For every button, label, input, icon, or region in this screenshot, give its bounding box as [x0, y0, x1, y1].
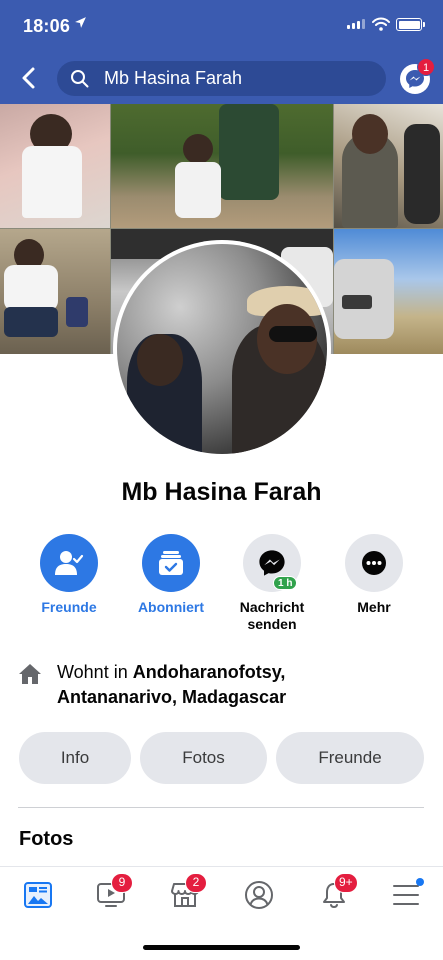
cellular-signal-icon [347, 19, 365, 29]
wifi-icon [372, 17, 390, 36]
cover-photo-tile [334, 104, 443, 228]
search-icon [70, 69, 90, 94]
back-button[interactable] [18, 66, 40, 90]
profile-tabs: Info Fotos Freunde [0, 732, 443, 784]
menu-icon [393, 885, 419, 905]
tab-news-feed[interactable] [18, 877, 58, 913]
chevron-left-icon [22, 67, 35, 89]
search-field[interactable]: Mb Hasina Farah [57, 61, 386, 96]
friends-check-icon [55, 551, 84, 575]
tab-profile[interactable] [239, 877, 279, 913]
status-bar: 18:06 [0, 0, 443, 52]
more-button[interactable]: Mehr [324, 534, 424, 616]
cover-photo-tile [0, 104, 110, 228]
home-indicator[interactable] [143, 945, 300, 950]
home-icon [18, 662, 42, 691]
messenger-button[interactable]: 1 [400, 58, 435, 94]
profile-icon [245, 881, 273, 909]
cover-photo-tile [0, 229, 110, 354]
status-time: 18:06 [23, 16, 71, 36]
notifications-badge: 9+ [334, 873, 358, 893]
watch-badge: 9 [111, 873, 133, 893]
divider [18, 807, 424, 808]
subscribed-button-label: Abonniert [137, 599, 205, 615]
send-message-button-label: Nachricht senden [239, 599, 305, 632]
avatar [117, 244, 327, 454]
search-text: Mb Hasina Farah [104, 68, 243, 88]
friends-button-label: Freunde [41, 599, 97, 615]
messenger-badge: 1 [417, 58, 435, 76]
battery-icon [396, 18, 425, 31]
cover-photo-tile [111, 104, 333, 228]
header-bar: 18:06 Mb Hasina Farah 1 [0, 0, 443, 104]
news-feed-icon [24, 882, 52, 908]
profile-picture[interactable] [113, 240, 331, 458]
lives-in-place[interactable]: Andoharanofotsy, [133, 662, 286, 682]
tab-info[interactable]: Info [19, 732, 131, 784]
more-icon [362, 551, 386, 575]
tab-marketplace[interactable]: 2 [165, 873, 207, 913]
active-status-badge: 1 h [273, 576, 298, 590]
marketplace-badge: 2 [185, 873, 207, 893]
profile-name: Mb Hasina Farah [121, 478, 322, 506]
lives-in-text: Wohnt in Andoharanofotsy, Antananarivo, … [57, 662, 287, 707]
tab-notifications[interactable]: 9+ [314, 873, 358, 913]
profile-actions: Freunde Abonniert 1 h Nachricht senden M… [0, 534, 443, 634]
send-message-button[interactable]: 1 h Nachricht senden [222, 534, 322, 633]
messenger-icon [259, 550, 285, 576]
friends-button[interactable]: Freunde [19, 534, 119, 616]
nav-bar: Mb Hasina Farah 1 [0, 52, 443, 104]
subscribed-inbox-icon [159, 551, 183, 575]
tab-photos[interactable]: Fotos [140, 732, 267, 784]
cover-photo-tile [334, 229, 443, 354]
location-arrow-icon [74, 16, 87, 34]
section-title-photos: Fotos [19, 828, 74, 850]
subscribed-button[interactable]: Abonniert [121, 534, 221, 616]
tab-watch[interactable]: 9 [91, 873, 133, 913]
more-button-label: Mehr [357, 599, 391, 615]
tab-friends[interactable]: Freunde [276, 732, 424, 784]
lives-in-region[interactable]: Antananarivo, Madagascar [57, 687, 286, 707]
menu-new-dot [416, 878, 424, 886]
